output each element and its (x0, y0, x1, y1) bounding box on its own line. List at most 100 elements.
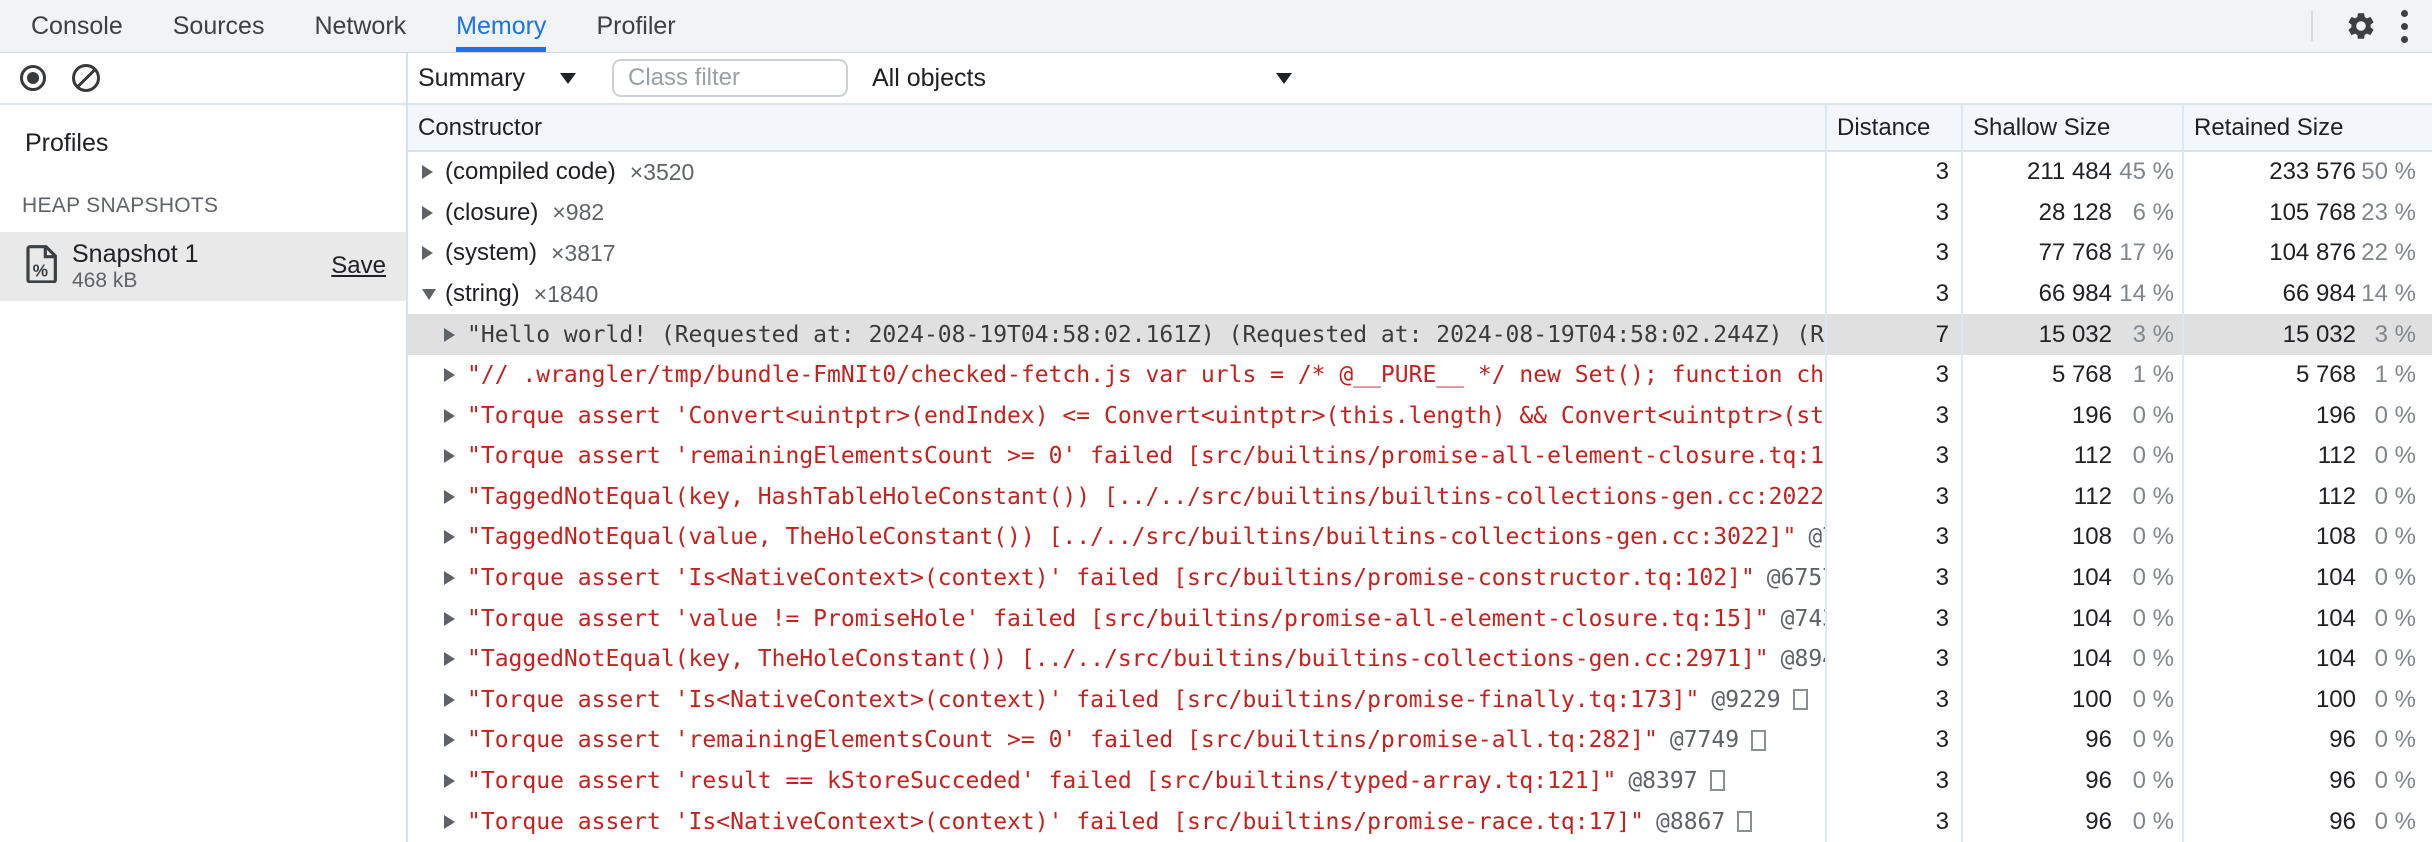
table-row[interactable]: "// .wrangler/tmp/bundle-FmNIt0/checked-… (408, 354, 2432, 396)
tab-profiler[interactable]: Profiler (596, 0, 675, 52)
missing-glyph-box-icon (1737, 811, 1753, 833)
size-bytes: 112 (2073, 442, 2112, 470)
record-heap-snapshot-button[interactable] (20, 65, 46, 91)
size-bytes: 15 032 (2038, 320, 2112, 348)
triangle-right-icon[interactable] (444, 449, 455, 464)
constructor-cell: "Torque assert 'remainingElementsCount >… (408, 720, 1825, 761)
clear-profiles-button[interactable] (72, 64, 100, 92)
triangle-right-icon[interactable] (444, 652, 455, 667)
triangle-right-icon[interactable] (444, 814, 455, 829)
triangle-right-icon[interactable] (444, 692, 455, 707)
tabbar-right-controls (2311, 0, 2432, 52)
triangle-down-icon[interactable] (422, 288, 436, 300)
distance-cell: 3 (1825, 436, 1961, 477)
triangle-right-icon[interactable] (444, 368, 455, 383)
size-percent: 0 % (2374, 604, 2416, 632)
table-row[interactable]: "Torque assert 'value != PromiseHole' fa… (408, 598, 2432, 639)
triangle-right-icon[interactable] (444, 611, 455, 626)
size-bytes: 196 (2071, 401, 2112, 429)
column-header-distance[interactable]: Distance (1825, 105, 1961, 150)
distance-cell: 3 (1825, 192, 1961, 234)
retained-size-cell: 104 876 22 % (2182, 233, 2432, 274)
class-filter-input[interactable] (612, 59, 848, 97)
object-id: @8397 (1628, 767, 1698, 794)
column-header-constructor[interactable]: Constructor (408, 105, 1825, 150)
table-row[interactable]: "Torque assert 'result == kStoreSucceded… (408, 760, 2432, 802)
table-row[interactable]: "TaggedNotEqual(value, TheHoleConstant()… (408, 517, 2432, 558)
string-value: "TaggedNotEqual(value, TheHoleConstant()… (467, 524, 1797, 551)
distance-cell: 3 (1825, 233, 1961, 274)
retained-size-cell: 196 0 % (2182, 395, 2432, 437)
tabbar-divider (2311, 11, 2313, 41)
shallow-size-cell: 15 032 3 % (1961, 314, 2182, 355)
size-bytes: 96 (2085, 807, 2112, 835)
column-header-retained-size[interactable]: Retained Size (2182, 105, 2432, 150)
triangle-right-icon[interactable] (422, 205, 433, 220)
constructor-cell: "Torque assert 'value != PromiseHole' fa… (408, 598, 1825, 639)
size-bytes: 233 576 (2269, 158, 2356, 186)
tab-network[interactable]: Network (314, 0, 406, 52)
triangle-right-icon[interactable] (444, 489, 455, 504)
table-row[interactable]: (closure) ×982 3 28 128 6 % 105 768 23 % (408, 192, 2432, 234)
triangle-right-icon[interactable] (444, 408, 455, 423)
triangle-right-icon[interactable] (444, 733, 455, 748)
retained-size-cell: 104 0 % (2182, 557, 2432, 599)
tab-console[interactable]: Console (31, 0, 123, 52)
size-bytes: 96 (2329, 766, 2356, 794)
string-value: "Torque assert 'result == kStoreSucceded… (467, 767, 1617, 794)
perspective-select[interactable]: Summary (418, 64, 576, 93)
instance-count: ×1840 (533, 280, 599, 307)
more-options-button[interactable] (2401, 9, 2408, 43)
table-row[interactable]: "Torque assert 'remainingElementsCount >… (408, 720, 2432, 761)
table-row[interactable]: (string) ×1840 3 66 984 14 % 66 984 14 % (408, 273, 2432, 315)
size-bytes: 112 (2317, 482, 2356, 510)
clear-block-icon (72, 64, 100, 92)
size-percent: 3 % (2132, 320, 2174, 348)
table-row[interactable]: (compiled code) ×3520 3 211 484 45 % 233 576 5… (408, 152, 2432, 193)
size-bytes: 66 984 (2038, 280, 2112, 308)
objects-scope-value: All objects (872, 63, 986, 92)
tab-profiler-label: Profiler (596, 11, 676, 40)
heap-snapshot-file-icon: % (26, 245, 58, 288)
table-row[interactable]: "Torque assert 'Is<NativeContext>(contex… (408, 801, 2432, 842)
table-row[interactable]: "Torque assert 'Is<NativeContext>(contex… (408, 557, 2432, 599)
size-percent: 0 % (2132, 807, 2174, 835)
triangle-right-icon[interactable] (444, 773, 455, 788)
table-row[interactable]: "TaggedNotEqual(key, TheHoleConstant()) … (408, 638, 2432, 680)
triangle-right-icon[interactable] (422, 165, 433, 180)
size-percent: 14 % (2119, 280, 2174, 308)
devtools-content: Profiles HEAP SNAPSHOTS % Snapshot 1 468… (0, 53, 2432, 842)
triangle-right-icon[interactable] (444, 571, 455, 586)
retained-size-cell: 96 0 % (2182, 720, 2432, 761)
table-row[interactable]: "TaggedNotEqual(key, HashTableHoleConsta… (408, 476, 2432, 518)
column-header-shallow-size[interactable]: Shallow Size (1961, 105, 2182, 150)
constructor-cell: (system) ×3817 (408, 233, 1825, 274)
table-row[interactable]: "Hello world! (Requested at: 2024-08-19T… (408, 314, 2432, 355)
tab-memory[interactable]: Memory (456, 0, 547, 52)
missing-glyph-box-icon (1751, 729, 1767, 751)
triangle-right-icon[interactable] (444, 530, 455, 545)
triangle-right-icon[interactable] (444, 327, 455, 342)
table-row[interactable]: "Torque assert 'Convert<uintptr>(endInde… (408, 395, 2432, 437)
string-value: "Torque assert 'remainingElementsCount >… (467, 443, 1825, 470)
constructor-cell: "Torque assert 'result == kStoreSucceded… (408, 761, 1825, 802)
object-id: @7611 (1808, 524, 1825, 551)
retained-size-cell: 112 0 % (2182, 436, 2432, 477)
size-bytes: 100 (2315, 685, 2356, 713)
tab-sources[interactable]: Sources (173, 0, 265, 52)
shallow-size-cell: 104 0 % (1961, 557, 2182, 599)
profiles-section-title: Profiles (25, 129, 109, 157)
table-row[interactable]: (system) ×3817 3 77 768 17 % 104 876 22 % (408, 233, 2432, 274)
settings-button[interactable] (2339, 4, 2383, 48)
instance-count: ×3817 (551, 239, 616, 266)
triangle-right-icon[interactable] (422, 246, 433, 261)
snapshot-save-link[interactable]: Save (331, 252, 386, 280)
size-percent: 0 % (2374, 726, 2416, 754)
objects-scope-select[interactable]: All objects (872, 64, 1292, 93)
constructor-cell: "Hello world! (Requested at: 2024-08-19T… (408, 314, 1825, 355)
table-row[interactable]: "Torque assert 'remainingElementsCount >… (408, 436, 2432, 477)
table-row[interactable]: "Torque assert 'Is<NativeContext>(contex… (408, 679, 2432, 721)
size-bytes: 104 (2071, 645, 2112, 673)
distance-cell: 3 (1825, 476, 1961, 518)
snapshot-list-item[interactable]: % Snapshot 1 468 kB Save (0, 232, 406, 301)
